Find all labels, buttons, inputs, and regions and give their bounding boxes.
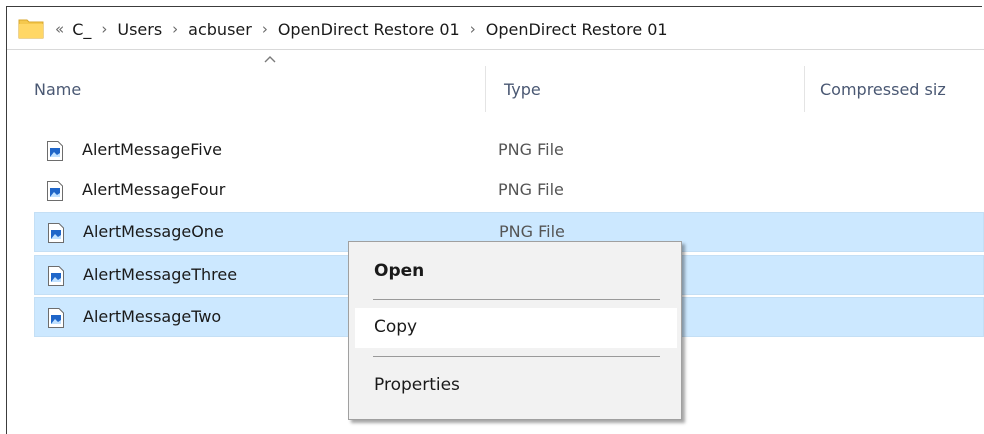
context-menu: Open Copy Properties (348, 241, 682, 420)
file-row[interactable]: AlertMessageFour PNG File (34, 171, 984, 211)
file-type: PNG File (499, 222, 565, 241)
context-menu-properties-label: Properties (374, 375, 460, 395)
sort-ascending-icon (264, 56, 276, 63)
chevron-right-icon[interactable]: › (101, 20, 107, 38)
address-bar[interactable]: « C_ › Users › acbuser › OpenDirect Rest… (7, 7, 984, 50)
file-name: AlertMessageFour (82, 180, 226, 199)
file-name: AlertMessageThree (83, 265, 238, 284)
png-file-icon (47, 141, 63, 161)
column-header-type-label: Type (504, 80, 541, 99)
file-name: AlertMessageOne (83, 222, 224, 241)
column-headers: Name Type Compressed siz (7, 50, 984, 112)
png-file-icon (47, 181, 63, 201)
chevron-right-icon[interactable]: › (262, 20, 268, 38)
breadcrumb-item-opendirect-restore-folder[interactable]: OpenDirect Restore 01 (486, 20, 668, 39)
chevron-right-icon[interactable]: › (172, 20, 178, 38)
file-row[interactable]: AlertMessageFive PNG File (34, 131, 984, 171)
column-header-compressed-size-label: Compressed siz (820, 80, 946, 99)
context-menu-open-label: Open (374, 261, 425, 281)
png-file-icon (48, 223, 64, 243)
menu-divider (373, 356, 660, 357)
context-menu-copy[interactable]: Copy (355, 308, 677, 348)
folder-icon (18, 19, 44, 39)
column-header-name[interactable]: Name (7, 50, 485, 112)
file-name: AlertMessageFive (82, 140, 223, 159)
column-header-name-label: Name (34, 80, 82, 99)
png-file-icon (48, 308, 64, 328)
column-header-type[interactable]: Type (486, 50, 804, 112)
context-menu-open[interactable]: Open (355, 252, 677, 292)
breadcrumb-item-c-drive[interactable]: C_ (72, 20, 91, 39)
breadcrumb-item-users[interactable]: Users (117, 20, 162, 39)
chevron-right-icon[interactable]: › (470, 20, 476, 38)
breadcrumb-overflow-button[interactable]: « (55, 20, 64, 38)
menu-divider (373, 299, 660, 300)
breadcrumb: « C_ › Users › acbuser › OpenDirect Rest… (55, 18, 668, 40)
file-type: PNG File (498, 180, 564, 199)
file-type: PNG File (498, 140, 564, 159)
context-menu-copy-label: Copy (374, 317, 418, 337)
column-header-compressed-size[interactable]: Compressed siz (805, 50, 984, 112)
breadcrumb-item-opendirect-restore-zip[interactable]: OpenDirect Restore 01 (278, 20, 460, 39)
file-name: AlertMessageTwo (83, 307, 222, 326)
png-file-icon (48, 266, 64, 286)
context-menu-properties[interactable]: Properties (355, 366, 677, 406)
breadcrumb-item-acbuser[interactable]: acbuser (188, 20, 252, 39)
